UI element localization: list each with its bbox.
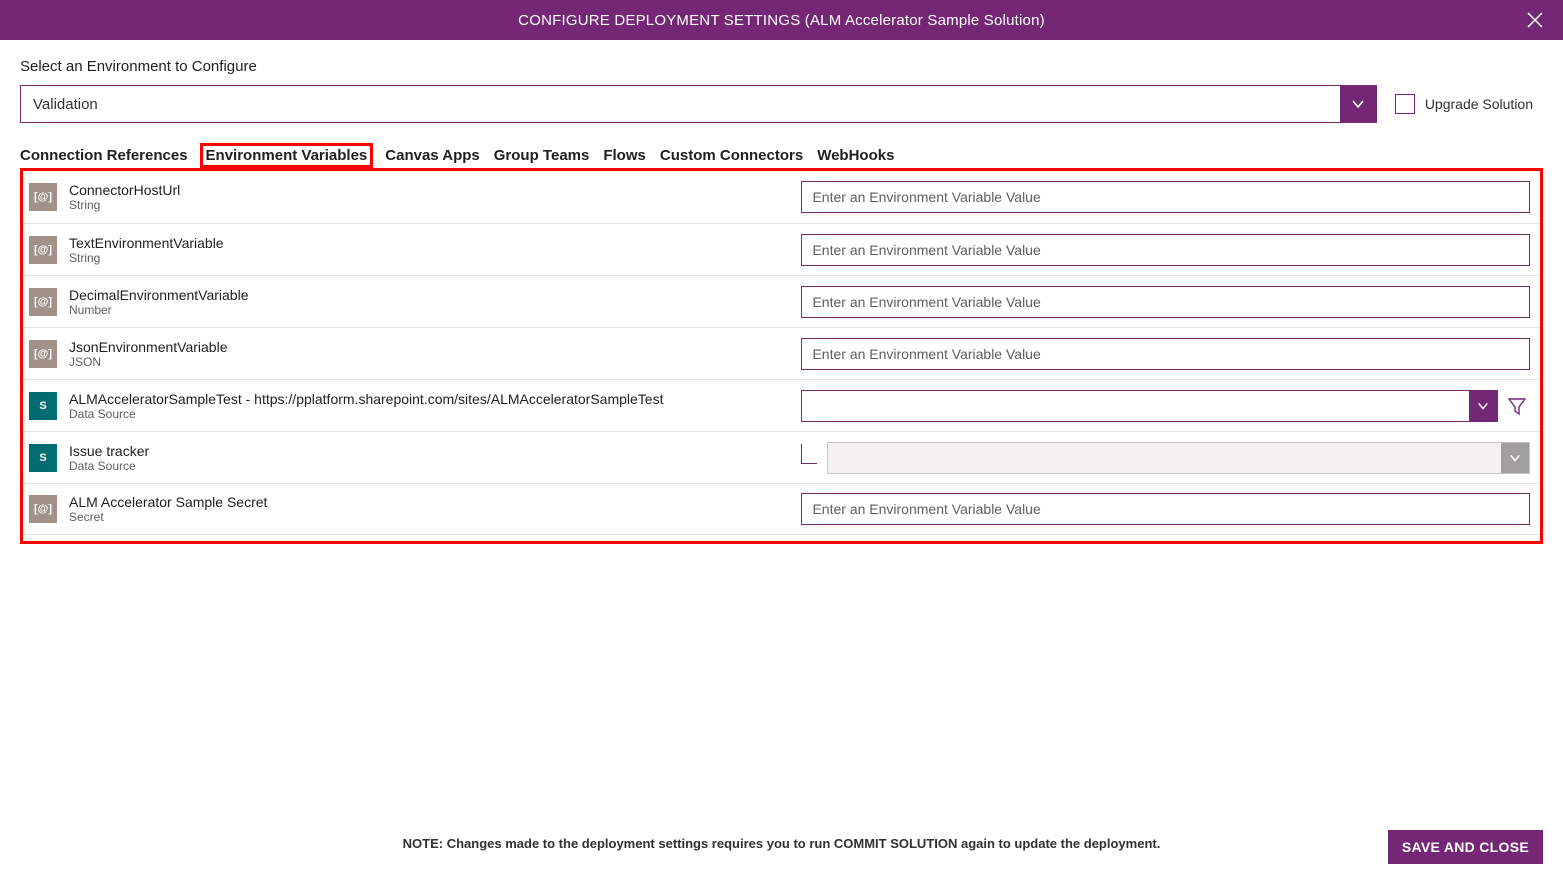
variable-name: JsonEnvironmentVariable <box>69 339 789 355</box>
variable-name: DecimalEnvironmentVariable <box>69 287 789 303</box>
tab-conn[interactable]: Connection References <box>20 145 188 166</box>
variable-value-input[interactable] <box>801 234 1530 266</box>
dialog-title: CONFIGURE DEPLOYMENT SETTINGS (ALM Accel… <box>518 12 1045 29</box>
variable-name: Issue tracker <box>69 443 789 459</box>
variable-type: String <box>69 251 789 265</box>
environment-select-label: Select an Environment to Configure <box>20 58 1543 75</box>
tab-env[interactable]: Environment Variables <box>202 145 372 166</box>
variable-row: [@] JsonEnvironmentVariableJSON <box>23 327 1540 379</box>
variable-icon: [@] <box>29 340 57 368</box>
tab-wh[interactable]: WebHooks <box>817 145 894 166</box>
save-and-close-button[interactable]: SAVE AND CLOSE <box>1388 830 1543 864</box>
variable-meta: Issue trackerData Source <box>69 443 789 473</box>
settings-tabs: Connection References Environment Variabl… <box>20 145 1543 166</box>
variable-name: ALMAcceleratorSampleTest - https://pplat… <box>69 391 789 407</box>
variable-meta: JsonEnvironmentVariableJSON <box>69 339 789 369</box>
close-icon <box>1526 11 1544 29</box>
variable-row: [@] DecimalEnvironmentVariableNumber <box>23 275 1540 327</box>
variable-type: Data Source <box>69 407 789 421</box>
variable-icon: [@] <box>29 288 57 316</box>
upgrade-solution-toggle[interactable]: Upgrade Solution <box>1395 94 1543 114</box>
variable-row: [@] ConnectorHostUrlString <box>23 171 1540 223</box>
environment-select[interactable]: Validation <box>20 85 1377 123</box>
variable-name: ConnectorHostUrl <box>69 182 789 198</box>
variable-meta: ALM Accelerator Sample SecretSecret <box>69 494 789 524</box>
tree-connector-icon <box>801 444 817 464</box>
variable-meta: ALMAcceleratorSampleTest - https://pplat… <box>69 391 789 421</box>
variable-datasource-select[interactable] <box>801 390 1498 422</box>
variable-input-area <box>801 493 1530 525</box>
variable-icon: [@] <box>29 495 57 523</box>
variable-input-area <box>801 181 1530 213</box>
dialog-footer: NOTE: Changes made to the deployment set… <box>0 826 1563 869</box>
variable-row: [@] ALM Accelerator Sample SecretSecret <box>23 483 1540 535</box>
upgrade-solution-label: Upgrade Solution <box>1425 96 1533 112</box>
variable-value-input[interactable] <box>801 286 1530 318</box>
tab-apps[interactable]: Canvas Apps <box>385 145 479 166</box>
variable-type: String <box>69 198 789 212</box>
variable-value-input[interactable] <box>801 493 1530 525</box>
variable-input-area <box>801 234 1530 266</box>
tab-grp[interactable]: Group Teams <box>494 145 590 166</box>
variable-datasource-select-disabled <box>827 442 1530 474</box>
environment-variables-grid: [@]ConnectorHostUrlString[@]TextEnvironm… <box>20 168 1543 544</box>
sharepoint-icon: S <box>29 444 57 472</box>
variable-name: TextEnvironmentVariable <box>69 235 789 251</box>
variable-icon: [@] <box>29 183 57 211</box>
dialog-header: CONFIGURE DEPLOYMENT SETTINGS (ALM Accel… <box>0 0 1563 40</box>
variable-value-input[interactable] <box>801 338 1530 370</box>
footer-note: NOTE: Changes made to the deployment set… <box>403 836 1161 851</box>
variable-type: Number <box>69 303 789 317</box>
variable-input-area <box>801 286 1530 318</box>
variable-type: Secret <box>69 510 789 524</box>
chevron-down-icon <box>1340 86 1376 122</box>
variable-input-area <box>801 390 1530 422</box>
filter-icon[interactable] <box>1504 393 1530 419</box>
chevron-down-icon <box>1501 443 1529 473</box>
variable-meta: TextEnvironmentVariableString <box>69 235 789 265</box>
tab-flow[interactable]: Flows <box>603 145 646 166</box>
variable-row: S Issue trackerData Source <box>23 431 1540 483</box>
close-button[interactable] <box>1521 6 1549 34</box>
variable-icon: [@] <box>29 236 57 264</box>
variable-row: [@] TextEnvironmentVariableString <box>23 223 1540 275</box>
variable-input-area <box>801 442 1530 474</box>
variable-meta: ConnectorHostUrlString <box>69 182 789 212</box>
variable-meta: DecimalEnvironmentVariableNumber <box>69 287 789 317</box>
sharepoint-icon: S <box>29 392 57 420</box>
variable-row: S ALMAcceleratorSampleTest - https://ppla… <box>23 379 1540 431</box>
variable-name: ALM Accelerator Sample Secret <box>69 494 789 510</box>
variable-type: JSON <box>69 355 789 369</box>
chevron-down-icon <box>1469 391 1497 421</box>
variable-value-input[interactable] <box>801 181 1530 213</box>
variable-input-area <box>801 338 1530 370</box>
tab-cc[interactable]: Custom Connectors <box>660 145 803 166</box>
environment-select-value: Validation <box>21 86 1340 122</box>
upgrade-solution-checkbox[interactable] <box>1395 94 1415 114</box>
variable-type: Data Source <box>69 459 789 473</box>
